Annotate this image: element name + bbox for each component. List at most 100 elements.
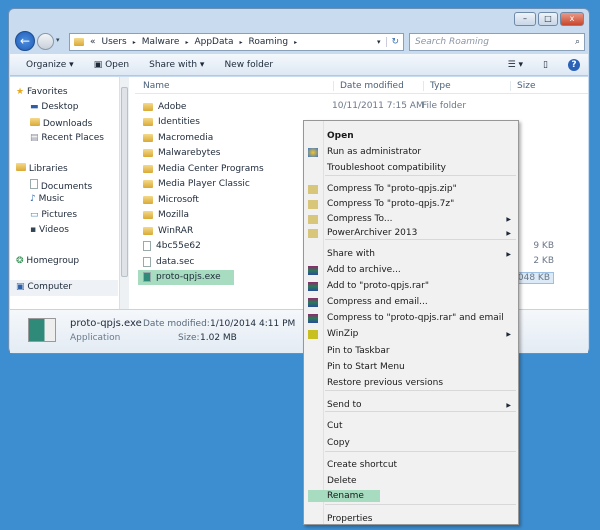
star-icon: ★ — [16, 87, 25, 97]
nav-videos[interactable]: ▪ Videos — [30, 225, 69, 235]
open-button[interactable]: ▣ Open — [94, 60, 129, 70]
breadcrumb-roaming[interactable]: Roaming — [249, 37, 289, 47]
menu-item-send-to[interactable]: Send to — [327, 400, 362, 410]
libraries-icon — [16, 163, 26, 171]
file-row[interactable]: Malwarebytes — [143, 146, 221, 161]
minimize-button[interactable]: – — [514, 12, 536, 26]
submenu-arrow-icon: ▶ — [506, 402, 511, 409]
open-icon: ▣ — [93, 59, 106, 70]
forward-button[interactable] — [37, 33, 54, 50]
view-options-icon[interactable]: ☰ ▾ — [508, 60, 523, 70]
file-row[interactable]: Microsoft — [143, 192, 199, 207]
nav-desktop[interactable]: ▬ Desktop — [30, 102, 79, 112]
file-row[interactable]: Macromedia — [143, 130, 213, 145]
nav-downloads[interactable]: Downloads — [30, 118, 92, 129]
nav-homegroup[interactable]: ❂ Homegroup — [16, 256, 79, 266]
menu-item-add-to-proto-qpjs-rar[interactable]: Add to "proto-qpjs.rar" — [327, 281, 429, 291]
column-date-modified[interactable]: Date modified — [333, 81, 404, 91]
new-folder-button[interactable]: New folder — [224, 60, 273, 70]
winzip-icon — [308, 330, 318, 339]
file-row[interactable]: Media Center Programs — [143, 161, 264, 176]
breadcrumb-overflow[interactable]: « — [90, 37, 96, 47]
file-row[interactable]: Media Player Classic — [143, 177, 250, 192]
archive-icon — [308, 200, 318, 209]
nav-documents[interactable]: Documents — [30, 179, 92, 192]
maximize-button[interactable]: □ — [538, 12, 558, 26]
menu-item-delete[interactable]: Delete — [327, 476, 357, 486]
file-row[interactable]: proto-qpjs.exe — [138, 269, 234, 285]
menu-item-open[interactable]: Open — [327, 131, 354, 141]
menu-item-compress-to-proto-qpjs-rar-and-email[interactable]: Compress to "proto-qpjs.rar" and email — [327, 313, 504, 323]
help-icon[interactable]: ? — [568, 58, 580, 71]
nav-computer[interactable]: ▣ Computer — [10, 280, 118, 296]
homegroup-icon: ❂ — [16, 256, 24, 266]
breadcrumb-appdata[interactable]: AppData — [194, 37, 233, 47]
menu-item-compress-to[interactable]: Compress To... — [327, 214, 392, 224]
menu-item-compress-to-proto-qpjs-zip[interactable]: Compress To "proto-qpjs.zip" — [327, 184, 457, 194]
file-name: 4bc55e62 — [156, 241, 201, 251]
column-size[interactable]: Size — [510, 81, 535, 91]
archive-icon — [308, 185, 318, 194]
pictures-icon: ▭ — [30, 210, 39, 220]
menu-separator — [325, 411, 516, 412]
nav-pictures[interactable]: ▭ Pictures — [30, 210, 77, 220]
nav-recent-places[interactable]: ▤ Recent Places — [30, 133, 104, 143]
menu-item-troubleshoot-compatibility[interactable]: Troubleshoot compatibility — [327, 163, 446, 173]
file-row[interactable]: Identities — [143, 115, 200, 130]
nav-scrollbar[interactable] — [119, 77, 129, 309]
close-button[interactable]: x — [560, 12, 584, 26]
address-bar[interactable]: « Users ▸ Malware ▸ AppData ▸ Roaming ▸ ▾ ↻ — [69, 33, 404, 51]
breadcrumb-users[interactable]: Users — [102, 37, 127, 47]
folder-icon — [143, 195, 153, 204]
menu-item-compress-to-proto-qpjs-7z[interactable]: Compress To "proto-qpjs.7z" — [327, 199, 454, 209]
search-input[interactable]: Search Roaming ⌕ — [409, 33, 585, 51]
preview-pane-icon[interactable]: ▯ — [543, 60, 548, 70]
nav-libraries[interactable]: Libraries — [16, 163, 68, 174]
file-row[interactable]: 4bc55e62 — [143, 239, 201, 254]
submenu-arrow-icon: ▶ — [506, 216, 511, 223]
menu-item-create-shortcut[interactable]: Create shortcut — [327, 460, 397, 470]
menu-item-add-to-archive[interactable]: Add to archive... — [327, 265, 401, 275]
menu-item-rename[interactable]: Rename — [308, 490, 380, 502]
submenu-arrow-icon: ▶ — [506, 331, 511, 338]
organize-button[interactable]: Organize ▾ — [26, 60, 74, 70]
search-icon: ⌕ — [574, 37, 580, 47]
file-name: Mozilla — [158, 210, 190, 220]
menu-item-properties[interactable]: Properties — [327, 514, 372, 524]
documents-icon — [30, 179, 38, 189]
menu-item-compress-and-email[interactable]: Compress and email... — [327, 297, 428, 307]
share-with-button[interactable]: Share with ▾ — [149, 60, 204, 70]
history-dropdown[interactable]: ▾ — [56, 36, 60, 44]
address-dropdown-icon[interactable]: ▾ — [377, 38, 381, 46]
file-name: proto-qpjs.exe — [156, 272, 221, 282]
menu-item-copy[interactable]: Copy — [327, 438, 350, 448]
menu-item-cut[interactable]: Cut — [327, 421, 343, 431]
column-type[interactable]: Type — [423, 81, 451, 91]
file-name: data.sec — [156, 256, 195, 267]
file-row[interactable]: Adobe — [143, 99, 186, 114]
refresh-icon[interactable]: ↻ — [386, 37, 403, 47]
file-size: 9 KB — [533, 240, 554, 251]
menu-item-powerarchiver-2013[interactable]: PowerArchiver 2013 — [327, 228, 417, 238]
file-name: Media Player Classic — [158, 179, 250, 189]
file-row[interactable]: WinRAR — [143, 223, 193, 238]
column-name[interactable]: Name — [143, 81, 170, 91]
file-name: Malwarebytes — [158, 148, 221, 158]
file-row[interactable]: data.sec — [143, 254, 194, 269]
folder-icon — [143, 211, 153, 219]
menu-separator — [325, 390, 516, 391]
column-header: Name Date modified Type Size — [135, 77, 588, 94]
menu-item-run-as-administrator[interactable]: Run as administrator — [327, 147, 421, 157]
back-button[interactable]: ← — [15, 31, 35, 51]
menu-item-pin-to-start-menu[interactable]: Pin to Start Menu — [327, 362, 405, 372]
nav-music[interactable]: ♪ Music — [30, 194, 64, 204]
status-type: Application — [70, 333, 121, 343]
menu-item-share-with[interactable]: Share with — [327, 249, 375, 259]
menu-item-pin-to-taskbar[interactable]: Pin to Taskbar — [327, 346, 390, 356]
nav-favorites[interactable]: ★ Favorites — [16, 87, 68, 97]
desktop-icon: ▬ — [30, 102, 39, 112]
breadcrumb-malware[interactable]: Malware — [142, 37, 180, 47]
file-row[interactable]: Mozilla — [143, 208, 189, 223]
menu-item-winzip[interactable]: WinZip — [327, 329, 358, 339]
menu-item-restore-previous-versions[interactable]: Restore previous versions — [327, 378, 443, 388]
